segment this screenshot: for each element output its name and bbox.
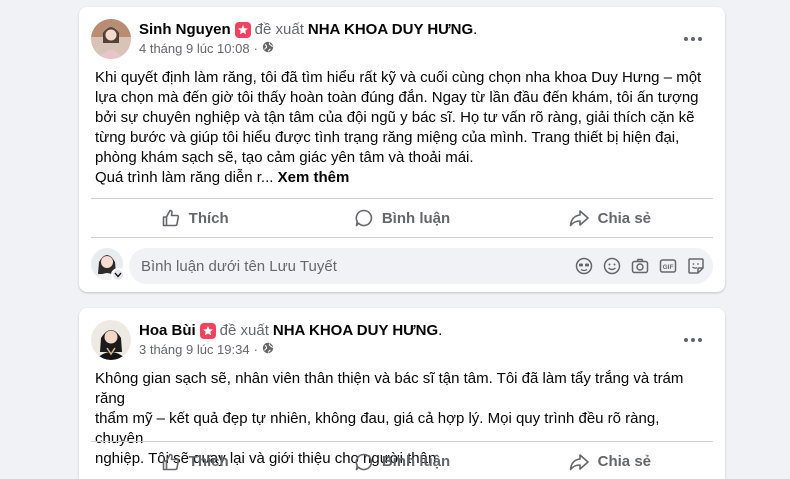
post-card: Sinh Nguyen đề xuất NHA KHOA DUY HƯNG. 4… [79,7,725,292]
like-icon [161,452,181,472]
author-name[interactable]: Hoa Bùi [139,322,196,339]
action-bar: Thích Bình luận Chia sẻ [91,441,713,479]
like-icon [161,208,181,228]
comment-icon [354,452,374,472]
post-text-line: Khi quyết định làm răng, tôi đã tìm hiểu… [95,69,702,86]
avatar-sticker-icon[interactable] [575,257,593,275]
chevron-down-icon[interactable] [111,268,125,282]
action-bar: Thích Bình luận Chia sẻ [91,198,713,238]
see-more-link[interactable]: Xem thêm [278,169,350,186]
name-period: . [438,322,443,339]
share-label: Chia sẻ [597,209,651,227]
svg-text:GIF: GIF [663,264,674,271]
author-line: Hoa Bùi đề xuất NHA KHOA DUY HƯNG. [139,322,442,339]
share-button[interactable]: Chia sẻ [506,442,713,479]
avatar[interactable] [91,19,131,59]
gif-icon[interactable]: GIF [659,257,677,275]
meta-separator: · [253,342,258,357]
recommend-text: đề xuất [254,21,304,38]
post-text-line: phòng khám sạch sẽ, tạo cảm giác yên tâm… [95,149,474,166]
share-icon [568,208,590,228]
meta-separator: · [253,41,258,56]
author-line: Sinh Nguyen đề xuất NHA KHOA DUY HƯNG. [139,21,477,38]
camera-icon[interactable] [631,257,649,275]
comment-button[interactable]: Bình luận [298,442,505,479]
public-globe-icon [262,342,274,357]
post-meta: 4 tháng 9 lúc 10:08 · [139,41,274,56]
post-card: Hoa Bùi đề xuất NHA KHOA DUY HƯNG. 3 thá… [79,308,725,479]
post-time[interactable]: 4 tháng 9 lúc 10:08 [139,41,250,56]
post-text-line: Không gian sạch sẽ, nhân viên thân thiện… [95,370,684,407]
recommend-icon [234,21,251,38]
post-text-line: Quá trình làm răng diễn r... Xem thêm [95,168,709,188]
emoji-icon[interactable] [603,257,621,275]
sticker-icon[interactable] [687,257,705,275]
comment-label: Bình luận [381,453,451,470]
name-period: . [473,21,478,38]
page-name[interactable]: NHA KHOA DUY HƯNG [273,322,438,339]
more-options-icon[interactable] [679,25,707,53]
post-header: Sinh Nguyen đề xuất NHA KHOA DUY HƯNG. 4… [91,19,713,59]
post-meta: 3 tháng 9 lúc 19:34 · [139,342,274,357]
recommend-icon [199,322,216,339]
post-text: Khi quyết định làm răng, tôi đã tìm hiểu… [95,68,709,188]
page-name[interactable]: NHA KHOA DUY HƯNG [308,21,473,38]
comment-button[interactable]: Bình luận [298,199,505,237]
comment-label: Bình luận [381,209,451,227]
like-button[interactable]: Thích [91,199,298,237]
public-globe-icon [262,41,274,56]
post-text-truncated: Quá trình làm răng diễn r... [95,169,274,186]
post-text-line: từng bước và giúp tôi hiểu được tình trạ… [95,129,680,146]
share-button[interactable]: Chia sẻ [506,199,713,237]
like-label: Thích [188,453,229,470]
share-icon [568,452,590,472]
comment-tools: GIF [575,257,705,275]
like-button[interactable]: Thích [91,442,298,479]
comment-composer: Bình luận dưới tên Lưu Tuyết GIF [91,248,713,284]
post-text-line: bởi sự chuyên nghiệp và tận tâm của đội … [95,109,695,126]
more-options-icon[interactable] [679,326,707,354]
author-name[interactable]: Sinh Nguyen [139,21,231,38]
comment-icon [354,208,374,228]
recommend-text: đề xuất [219,322,269,339]
share-label: Chia sẻ [597,453,651,470]
avatar[interactable] [91,320,131,360]
like-label: Thích [188,209,229,227]
post-time[interactable]: 3 tháng 9 lúc 19:34 [139,342,250,357]
post-text-line: lựa chọn mà đến giờ tôi thấy hoàn toàn đ… [95,89,699,106]
post-header: Hoa Bùi đề xuất NHA KHOA DUY HƯNG. 3 thá… [91,320,713,360]
